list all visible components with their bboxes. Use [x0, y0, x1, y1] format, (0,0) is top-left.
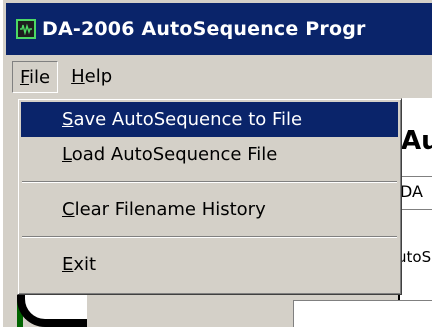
menu-item-clear-history[interactable]: Clear Filename History — [21, 192, 398, 227]
menu-item-load-label: oad AutoSequence File — [71, 144, 278, 165]
menu-item-save-autosequence[interactable]: Save AutoSequence to File — [21, 102, 398, 137]
menu-item-clear-label: lear Filename History — [74, 199, 266, 220]
menu-file-mnemonic: F — [20, 67, 30, 88]
window-title: DA-2006 AutoSequence Progr — [42, 18, 366, 40]
background-header-text: Au — [401, 126, 432, 156]
title-bar[interactable]: DA-2006 AutoSequence Progr — [6, 3, 432, 55]
menu-item-exit-label: xit — [73, 254, 97, 275]
menu-separator — [21, 227, 398, 247]
menu-file-label-rest: ile — [29, 67, 51, 88]
menu-help-mnemonic: H — [71, 66, 85, 87]
waveform-app-icon — [16, 19, 36, 39]
menu-item-load-mnemonic: L — [62, 144, 72, 165]
menu-item-save-mnemonic: S — [62, 109, 74, 130]
menu-separator — [21, 172, 398, 192]
background-bottom-field — [293, 300, 432, 327]
menu-item-exit-mnemonic: E — [62, 254, 74, 275]
background-label: utoS — [397, 248, 432, 266]
menu-file[interactable]: File — [12, 61, 59, 93]
menu-bar: File Help — [6, 58, 432, 96]
file-menu-dropdown: Save AutoSequence to File Load AutoSeque… — [17, 98, 402, 295]
menu-item-clear-mnemonic: C — [62, 199, 75, 220]
app-window: DA-2006 AutoSequence Progr File Help Au … — [0, 0, 432, 327]
menu-help[interactable]: Help — [64, 61, 119, 93]
menu-item-load-autosequence[interactable]: Load AutoSequence File — [21, 137, 398, 172]
menu-item-save-label: ave AutoSequence to File — [73, 109, 303, 130]
menu-help-label-rest: elp — [84, 66, 113, 87]
menu-item-exit[interactable]: Exit — [21, 247, 398, 282]
